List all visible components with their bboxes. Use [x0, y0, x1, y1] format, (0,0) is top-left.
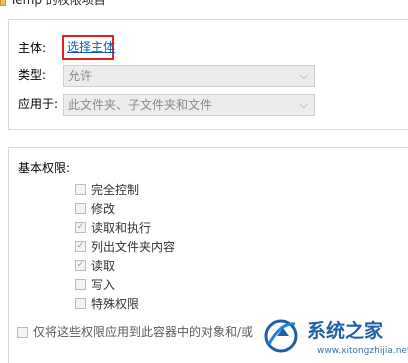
- apply-only-label: 仅将这些权限应用到此容器中的对象和/或: [33, 325, 254, 339]
- permission-label: 完全控制: [91, 183, 140, 197]
- window-titlebar: Temp 的权限项目: [0, 0, 408, 10]
- checkbox[interactable]: ✓: [75, 241, 86, 252]
- type-dropdown[interactable]: 允许 ⌵: [63, 65, 315, 87]
- permission-label: 读取和执行: [91, 221, 152, 235]
- applies-to-label: 应用于:: [18, 97, 59, 111]
- type-label: 类型:: [18, 68, 47, 82]
- chevron-down-icon: ⌵: [299, 69, 308, 82]
- checkbox[interactable]: [75, 298, 86, 309]
- window-title: Temp 的权限项目: [10, 0, 106, 7]
- checkbox[interactable]: [75, 184, 86, 195]
- principal-label: 主体:: [18, 41, 47, 55]
- folder-icon: [0, 0, 6, 6]
- watermark-brand: 系统之家: [307, 320, 384, 342]
- permission-label: 列出文件夹内容: [91, 240, 176, 254]
- chevron-down-icon: ⌵: [299, 98, 308, 111]
- applies-to-dropdown[interactable]: 此文件夹、子文件夹和文件 ⌵: [63, 94, 315, 116]
- watermark-url: www.xitongzhijia.net: [317, 346, 408, 356]
- checkbox[interactable]: ✓: [75, 260, 86, 271]
- permission-label: 写入: [91, 278, 116, 292]
- basic-permissions-heading: 基本权限:: [18, 161, 71, 175]
- brand-logo-icon: [264, 319, 298, 353]
- apply-only-checkbox[interactable]: [17, 327, 28, 338]
- checkbox[interactable]: [75, 279, 86, 290]
- permission-label: 特殊权限: [91, 297, 140, 311]
- permission-label: 读取: [91, 259, 116, 273]
- select-principal-link[interactable]: 选择主体: [67, 39, 115, 55]
- watermark: 系统之家 www.xitongzhijia.net: [255, 308, 408, 363]
- type-dropdown-value: 允许: [68, 69, 93, 83]
- checkbox[interactable]: ✓: [75, 222, 86, 233]
- permission-label: 修改: [91, 202, 116, 216]
- checkbox[interactable]: [75, 203, 86, 214]
- applies-to-dropdown-value: 此文件夹、子文件夹和文件: [68, 98, 213, 112]
